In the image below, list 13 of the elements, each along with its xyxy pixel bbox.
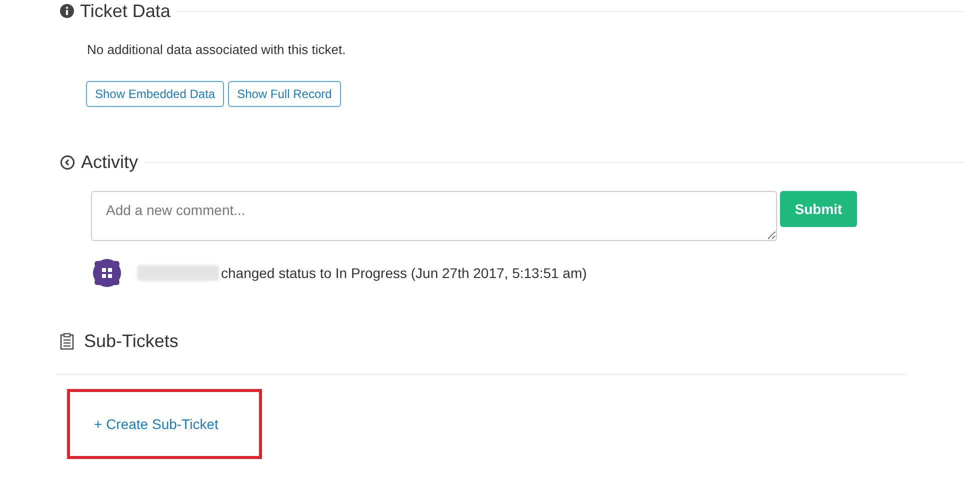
- avatar-icon: [91, 257, 123, 289]
- show-data-button[interactable]: Show Embedded Data: [86, 81, 224, 107]
- clipboard-icon: [60, 332, 74, 350]
- activity-text: changed status to In Progress (Jun 27th 2017, 5:13:51 am): [221, 264, 587, 283]
- show-data-button[interactable]: Show Full Record: [228, 81, 341, 107]
- create-sub-ticket-link[interactable]: + Create Sub-Ticket: [94, 414, 218, 434]
- info-icon: [60, 4, 74, 18]
- message-text: No additional data associated with this ticket.: [87, 42, 346, 58]
- comment-field[interactable]: Add a new comment...: [91, 191, 777, 241]
- submit-button[interactable]: Submit: [780, 191, 857, 227]
- section-title: Sub-Tickets: [84, 330, 178, 352]
- section-title: Activity: [81, 151, 138, 173]
- section-title: Ticket Data: [80, 0, 170, 22]
